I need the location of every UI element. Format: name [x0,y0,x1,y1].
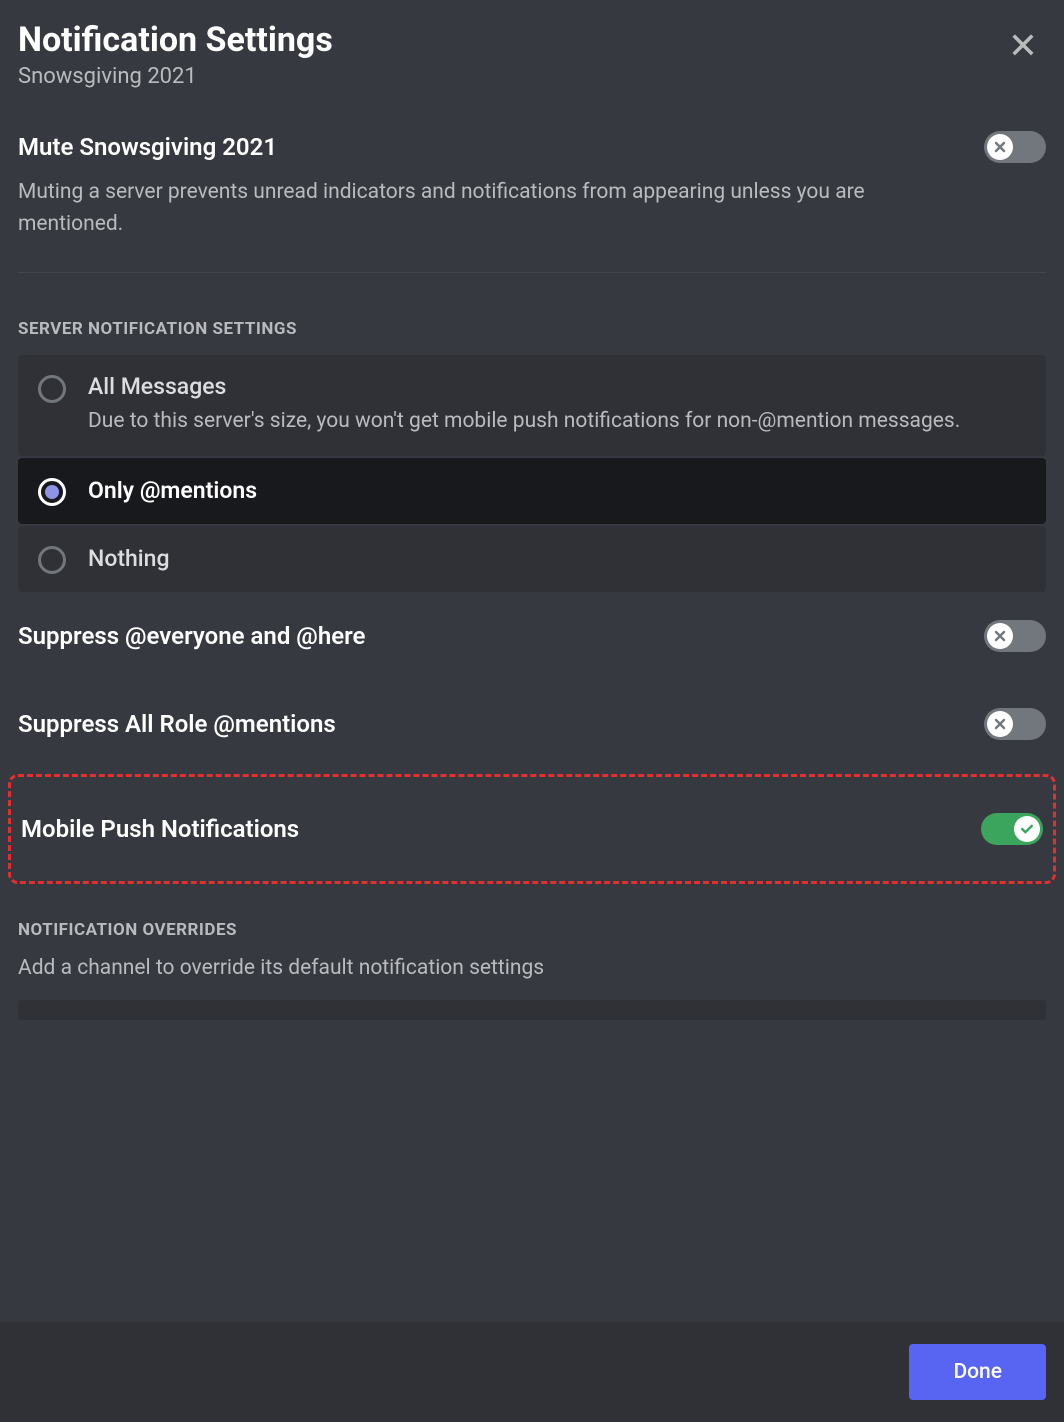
close-button[interactable]: ✕ [1000,20,1046,72]
radio-label: All Messages [88,373,1026,400]
check-icon [1014,816,1040,842]
close-icon: ✕ [1008,25,1038,67]
radio-icon [38,546,66,574]
mute-server-label: Mute Snowsgiving 2021 [18,133,277,161]
x-icon [987,623,1013,649]
modal-header: Notification Settings Snowsgiving 2021 ✕ [0,0,1064,113]
mute-server-section: Mute Snowsgiving 2021 Muting a server pr… [18,113,1046,264]
radio-option-all-messages[interactable]: All Messages Due to this server's size, … [18,355,1046,456]
radio-option-nothing[interactable]: Nothing [18,526,1046,592]
divider [18,272,1046,273]
notification-overrides-header: NOTIFICATION OVERRIDES [18,920,1046,940]
notification-overrides-description: Add a channel to override its default no… [18,956,1046,980]
modal-title: Notification Settings [18,20,333,60]
x-icon [987,711,1013,737]
mobile-push-label: Mobile Push Notifications [21,815,299,843]
radio-label: Only @mentions [88,477,1026,504]
radio-icon [38,375,66,403]
override-channel-select[interactable] [18,1000,1046,1020]
suppress-everyone-row: Suppress @everyone and @here [18,592,1046,680]
done-button[interactable]: Done [909,1344,1046,1400]
suppress-roles-label: Suppress All Role @mentions [18,710,336,738]
server-notification-settings-header: SERVER NOTIFICATION SETTINGS [18,319,1046,339]
x-icon [987,134,1013,160]
suppress-everyone-toggle[interactable] [984,620,1046,652]
highlighted-annotation: Mobile Push Notifications [8,774,1056,884]
mute-server-description: Muting a server prevents unread indicato… [18,177,1046,240]
mobile-push-toggle[interactable] [981,813,1043,845]
radio-option-only-mentions[interactable]: Only @mentions [18,458,1046,524]
notification-level-radio-group: All Messages Due to this server's size, … [18,355,1046,592]
suppress-everyone-label: Suppress @everyone and @here [18,622,365,650]
mobile-push-row: Mobile Push Notifications [21,777,1043,881]
radio-label: Nothing [88,545,1026,572]
radio-icon [38,478,66,506]
radio-description: Due to this server's size, you won't get… [88,406,1026,438]
notification-overrides-section: NOTIFICATION OVERRIDES Add a channel to … [18,920,1046,1020]
modal-subtitle: Snowsgiving 2021 [18,64,333,89]
mute-server-toggle[interactable] [984,131,1046,163]
modal-footer: Done [0,1322,1064,1422]
suppress-roles-row: Suppress All Role @mentions [18,680,1046,768]
suppress-roles-toggle[interactable] [984,708,1046,740]
